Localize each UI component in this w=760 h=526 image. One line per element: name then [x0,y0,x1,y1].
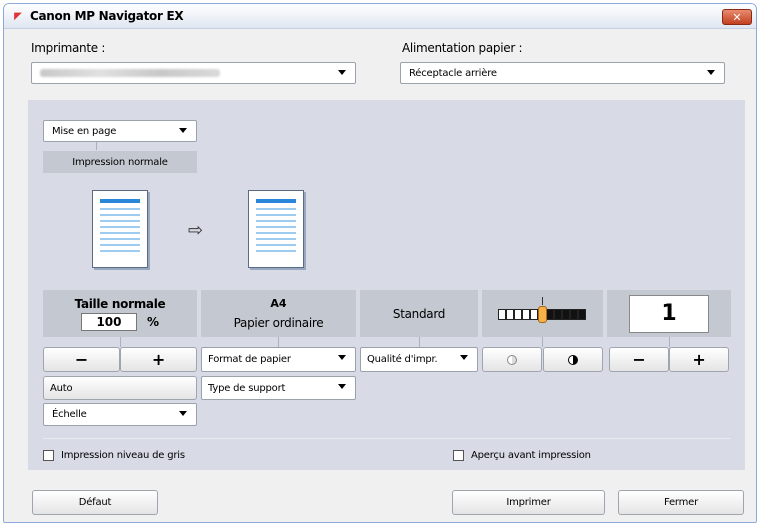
half-moon-light-icon [507,354,517,365]
paper-format-value: Format de papier [208,354,291,365]
paper-source-value: Réceptacle arrière [409,67,497,79]
connector-line [542,337,543,347]
density-step [569,308,578,320]
quality-cell: Standard [360,290,478,337]
percent-label: % [146,314,160,329]
paper-size-label: A4 [270,297,287,310]
preview-checkbox[interactable] [453,450,464,461]
arrow-right-icon: ⇨ [188,220,204,241]
connector-line [419,337,420,347]
printer-select[interactable] [31,62,356,84]
chevron-down-icon [338,70,346,75]
connector-line [278,337,279,347]
copies-increase-button[interactable]: + [669,347,729,372]
paper-format-select[interactable]: Format de papier [201,347,356,372]
copies-input[interactable]: 1 [629,294,709,333]
auto-scale-button[interactable]: Auto [43,376,197,400]
copies-decrease-button[interactable]: − [609,347,669,372]
layout-select[interactable]: Mise en page [43,120,197,142]
printer-name-blurred [40,69,220,77]
close-button[interactable]: Fermer [618,490,744,515]
lighter-button[interactable] [482,347,542,372]
chevron-down-icon [179,128,187,133]
chevron-down-icon [707,70,715,75]
media-type-value: Type de support [208,382,286,394]
scale-decrease-button[interactable]: − [43,347,120,372]
density-center-mark [541,296,543,305]
preview-option[interactable]: Aperçu avant impression [453,450,591,461]
scale-title: Taille normale [74,296,166,311]
printer-label: Imprimante : [31,41,106,55]
density-step [505,308,514,320]
density-slider-knob[interactable] [537,305,547,323]
darker-button[interactable] [543,347,603,372]
window-title: Canon MP Navigator EX [30,9,184,23]
app-icon: ◤ [14,10,22,22]
scale-select[interactable]: Échelle [43,403,197,426]
density-slider[interactable] [497,296,588,323]
density-cell [482,290,603,337]
grayscale-option[interactable]: Impression niveau de gris [43,450,185,461]
scale-input[interactable]: 100 [80,312,137,331]
scale-select-value: Échelle [52,409,87,420]
default-button[interactable]: Défaut [32,490,158,515]
layout-value: Mise en page [52,125,117,137]
title-bar: ◤ Canon MP Navigator EX ✕ [4,4,756,29]
density-step [521,308,530,320]
source-document-icon [92,190,148,268]
density-step [545,308,554,320]
grayscale-checkbox[interactable] [43,450,54,461]
connector-line [96,142,97,150]
chevron-down-icon [338,384,346,389]
preview-label: Aperçu avant impression [471,450,591,461]
chevron-down-icon [179,411,187,416]
print-settings-panel: Mise en page Impression normale ⇨ Taille… [28,100,745,470]
connector-line [120,337,121,347]
density-step [497,308,506,320]
close-icon: ✕ [732,10,742,24]
paper-cell: A4 Papier ordinaire [201,290,356,337]
density-step [553,308,562,320]
paper-source-label: Alimentation papier : [402,41,523,55]
paper-source-select[interactable]: Réceptacle arrière [400,62,725,84]
scale-cell: Taille normale 100 % [43,290,197,337]
density-step [577,308,586,320]
print-quality-select[interactable]: Qualité d'impr. [360,347,478,372]
density-step [513,308,522,320]
paper-type-label: Papier ordinaire [233,316,324,330]
print-quality-value: Qualité d'impr. [367,354,438,365]
divider [43,438,731,439]
chevron-down-icon [460,355,468,360]
connector-line [669,337,670,347]
close-window-button[interactable]: ✕ [722,9,752,25]
media-type-select[interactable]: Type de support [201,376,356,400]
density-step [529,308,538,320]
density-step [561,308,570,320]
print-button[interactable]: Imprimer [452,490,605,515]
half-moon-dark-icon [568,354,578,365]
copies-cell: 1 [607,290,731,337]
chevron-down-icon [338,355,346,360]
grayscale-label: Impression niveau de gris [61,450,185,461]
output-document-icon [248,190,304,268]
dialog-window: ◤ Canon MP Navigator EX ✕ Imprimante : A… [3,3,757,523]
scale-increase-button[interactable]: + [120,347,197,372]
layout-mode-label: Impression normale [43,151,197,173]
